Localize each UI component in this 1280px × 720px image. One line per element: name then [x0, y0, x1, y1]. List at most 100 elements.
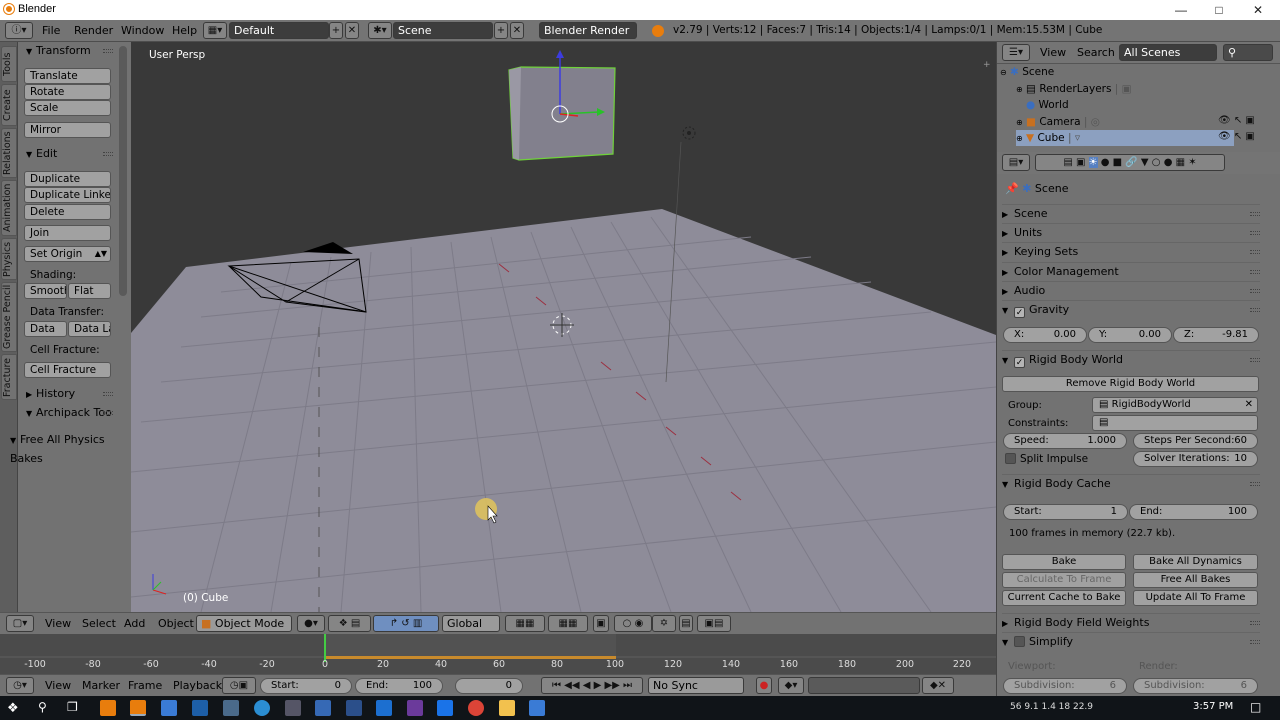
close-icon[interactable]: ✕: [1249, 2, 1267, 18]
current-cache-to-bake-button[interactable]: Current Cache to Bake: [1002, 590, 1126, 606]
steps-per-second-field[interactable]: Steps Per Second: 60: [1133, 433, 1258, 449]
menu-render[interactable]: Render: [74, 24, 113, 37]
outliner-filter-dropdown[interactable]: All Scenes: [1119, 44, 1217, 61]
remove-scene-icon[interactable]: ✕: [510, 22, 524, 39]
snap-icon[interactable]: ✡: [652, 615, 676, 632]
visibility-icons[interactable]: 👁 ↖ ▣: [1218, 131, 1255, 142]
app-icon[interactable]: [192, 700, 208, 716]
gravity-y-field[interactable]: Y: 0.00: [1088, 327, 1172, 343]
preview-range-icon[interactable]: ◷▣: [222, 677, 256, 694]
layers-left-icon[interactable]: ▦▦: [505, 615, 545, 632]
mirror-button[interactable]: Mirror: [24, 122, 111, 138]
minimize-icon[interactable]: —: [1172, 2, 1190, 18]
keying-set-field[interactable]: [808, 677, 920, 694]
render-preview-icon[interactable]: ▣▤: [697, 615, 731, 632]
keyframe-insert-icons[interactable]: ◆✕: [922, 677, 954, 694]
screen-layout-icon[interactable]: ▦▾: [203, 22, 227, 39]
translate-button[interactable]: Translate: [24, 68, 111, 84]
blender-active-taskbar-icon[interactable]: [130, 700, 146, 716]
panel-transform[interactable]: ▼ Transform: [20, 42, 116, 60]
scene-icon[interactable]: ✱▾: [368, 22, 392, 39]
panel-history[interactable]: ▶ History: [20, 385, 116, 403]
proportional-edit-icon[interactable]: ○ ◉: [614, 615, 652, 632]
app-icon[interactable]: [315, 700, 331, 716]
outliner-editor-type-icon[interactable]: ☰▾: [1002, 44, 1030, 61]
viewport-menu-select[interactable]: Select: [82, 617, 116, 630]
app-icon[interactable]: [161, 700, 177, 716]
timeline-menu-marker[interactable]: Marker: [82, 679, 120, 692]
file-explorer-icon[interactable]: [499, 700, 515, 716]
windows-start-icon[interactable]: ❖: [7, 701, 19, 716]
data-button[interactable]: Data: [24, 321, 67, 337]
tab-tools[interactable]: Tools: [1, 46, 17, 82]
tab-create[interactable]: Create: [1, 84, 17, 126]
editor-type-icon[interactable]: ⓘ▾: [5, 22, 33, 39]
section-rigid-body-cache[interactable]: ▼ Rigid Body Cache: [1002, 474, 1260, 492]
pivot-icon[interactable]: ❖ ▤: [328, 615, 371, 632]
visibility-icons[interactable]: 👁 ↖ ▣: [1218, 115, 1255, 126]
current-frame-field[interactable]: 0: [455, 678, 523, 694]
tab-relations[interactable]: Relations: [1, 128, 17, 178]
edge-icon[interactable]: [437, 700, 453, 716]
calculate-to-frame-button[interactable]: Calculate To Frame: [1002, 572, 1126, 588]
bake-all-dynamics-button[interactable]: Bake All Dynamics: [1133, 554, 1258, 570]
delete-button[interactable]: Delete: [24, 204, 111, 220]
clock[interactable]: 3:57 PM: [1193, 701, 1233, 712]
bake-button[interactable]: Bake: [1002, 554, 1126, 570]
remove-rigid-body-world-button[interactable]: Remove Rigid Body World: [1002, 376, 1259, 392]
notifications-icon[interactable]: □: [1250, 700, 1261, 714]
layers-right-icon[interactable]: ▦▦: [548, 615, 588, 632]
app-icon[interactable]: [529, 700, 545, 716]
keying-icon[interactable]: ◆▾: [778, 677, 804, 694]
add-layout-icon[interactable]: +: [329, 22, 343, 39]
viewport-subdivision-field[interactable]: Subdivision: 6: [1003, 678, 1127, 694]
shading-mode-icon[interactable]: ●▾: [297, 615, 325, 632]
flat-button[interactable]: Flat: [68, 283, 111, 299]
update-all-to-frame-button[interactable]: Update All To Frame: [1133, 590, 1258, 606]
outliner-item-renderlayers[interactable]: ⊕ ▤ RenderLayers | ▣: [1016, 81, 1234, 97]
app-icon[interactable]: [376, 700, 392, 716]
panel-edit[interactable]: ▼ Edit: [20, 145, 116, 163]
section-gravity[interactable]: ▼ ✓ Gravity: [1002, 300, 1260, 318]
toolshelf-scrollbar[interactable]: [119, 46, 127, 296]
orientation-dropdown[interactable]: Global: [442, 615, 500, 632]
mode-dropdown[interactable]: ■ Object Mode: [196, 615, 292, 632]
3d-viewport[interactable]: User Persp (0) Cube +: [131, 42, 996, 612]
screen-layout-field[interactable]: Default: [229, 22, 329, 39]
outliner-item-cube[interactable]: ⊕ ▼ Cube | ▿: [1016, 130, 1234, 146]
app-icon[interactable]: [254, 700, 270, 716]
snap-target-icon[interactable]: ▤: [679, 615, 693, 632]
free-all-bakes-button[interactable]: Free All Bakes: [1133, 572, 1258, 588]
maximize-icon[interactable]: □: [1210, 2, 1228, 18]
section-keying-sets[interactable]: ▶ Keying Sets: [1002, 242, 1260, 260]
duplicate-button[interactable]: Duplicate: [24, 171, 111, 187]
tab-animation[interactable]: Animation: [1, 180, 17, 236]
outliner-item-world[interactable]: ● World: [1016, 97, 1234, 113]
chrome-icon[interactable]: [468, 700, 484, 716]
properties-editor-type-icon[interactable]: ▤▾: [1002, 154, 1030, 171]
outliner-menu-search[interactable]: Search: [1077, 46, 1115, 59]
cell-fracture-button[interactable]: Cell Fracture: [24, 362, 111, 378]
sync-dropdown[interactable]: No Sync: [648, 677, 744, 694]
section-scene[interactable]: ▶ Scene: [1002, 204, 1260, 222]
section-field-weights[interactable]: ▶ Rigid Body Field Weights: [1002, 613, 1260, 631]
tab-fracture[interactable]: Fracture: [1, 354, 17, 400]
outliner-item-scene[interactable]: ⊖ ✱ Scene: [1000, 64, 1218, 80]
timeline-menu-view[interactable]: View: [45, 679, 71, 692]
viewport-editor-type-icon[interactable]: ▢▾: [6, 615, 34, 632]
task-view-icon[interactable]: ❐: [67, 700, 78, 714]
menu-help[interactable]: Help: [172, 24, 197, 37]
viewport-menu-view[interactable]: View: [45, 617, 71, 630]
remove-layout-icon[interactable]: ✕: [345, 22, 359, 39]
section-audio[interactable]: ▶ Audio: [1002, 281, 1260, 299]
speed-field[interactable]: Speed: 1.000: [1003, 433, 1127, 449]
solver-iterations-field[interactable]: Solver Iterations: 10: [1133, 451, 1258, 467]
set-origin-dropdown[interactable]: Set Origin ▲▼: [24, 246, 111, 262]
duplicate-linked-button[interactable]: Duplicate Linked: [24, 187, 111, 203]
cache-start-field[interactable]: Start: 1: [1003, 504, 1128, 520]
smooth-button[interactable]: Smooth: [24, 283, 67, 299]
app-icon[interactable]: [223, 700, 239, 716]
viewport-plus-icon[interactable]: +: [983, 60, 991, 70]
render-engine-dropdown[interactable]: Blender Render: [539, 22, 637, 39]
scale-button[interactable]: Scale: [24, 100, 111, 116]
